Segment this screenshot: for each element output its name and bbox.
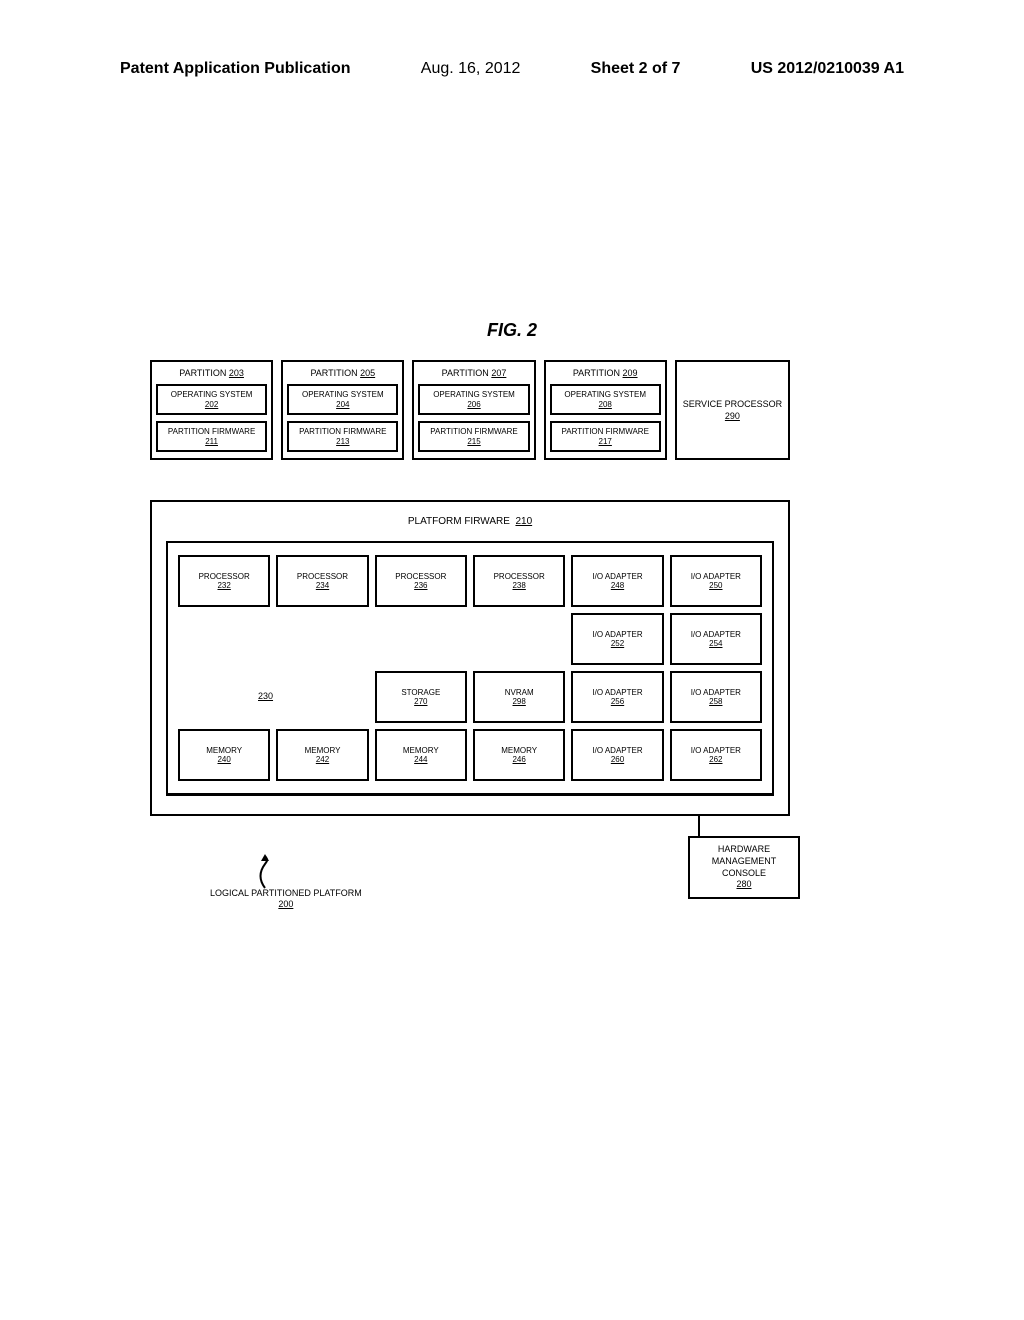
header-left: Patent Application Publication — [120, 60, 351, 78]
partition-203: PARTITION 203 OPERATING SYSTEM 202 PARTI… — [150, 360, 273, 460]
nvram-298: NVRAM298 — [473, 671, 565, 723]
io-adapter-262: I/O ADAPTER262 — [670, 729, 762, 781]
blank-cell — [473, 613, 565, 665]
header-date: Aug. 16, 2012 — [421, 60, 521, 78]
io-adapter-252: I/O ADAPTER252 — [571, 613, 663, 665]
hardware-grid: 230 PROCESSOR232 PROCESSOR234 PROCESSOR2… — [166, 541, 774, 796]
header-docnum: US 2012/0210039 A1 — [751, 60, 904, 78]
partition-207: PARTITION 207 OPERATING SYSTEM 206 PARTI… — [412, 360, 535, 460]
curved-arrow-icon — [258, 854, 272, 890]
hmc-connector-line — [698, 814, 700, 838]
ref-230: 230 — [258, 691, 273, 701]
service-processor-box: SERVICE PROCESSOR 290 — [675, 360, 790, 460]
io-adapter-256: I/O ADAPTER256 — [571, 671, 663, 723]
io-adapter-248: I/O ADAPTER248 — [571, 555, 663, 607]
storage-270: STORAGE270 — [375, 671, 467, 723]
processor-234: PROCESSOR234 — [276, 555, 368, 607]
partition-firmware-box: PARTITION FIRMWARE 215 — [418, 421, 529, 452]
partition-firmware-box: PARTITION FIRMWARE 213 — [287, 421, 398, 452]
blank-cell — [276, 671, 368, 723]
page-header: Patent Application Publication Aug. 16, … — [0, 60, 1024, 78]
operating-system-box: OPERATING SYSTEM 204 — [287, 384, 398, 415]
partition-title: PARTITION 205 — [287, 368, 398, 378]
blank-cell — [276, 613, 368, 665]
io-adapter-258: I/O ADAPTER258 — [670, 671, 762, 723]
hardware-management-console-box: HARDWARE MANAGEMENT CONSOLE 280 — [688, 836, 800, 899]
partition-firmware-box: PARTITION FIRMWARE 217 — [550, 421, 661, 452]
partition-title: PARTITION 203 — [156, 368, 267, 378]
operating-system-box: OPERATING SYSTEM 206 — [418, 384, 529, 415]
io-adapter-250: I/O ADAPTER250 — [670, 555, 762, 607]
platform-firmware-box: PLATFORM FIRWARE 210 230 PROCESSOR232 PR… — [150, 500, 790, 816]
operating-system-box: OPERATING SYSTEM 208 — [550, 384, 661, 415]
header-sheet: Sheet 2 of 7 — [591, 60, 681, 78]
partition-title: PARTITION 207 — [418, 368, 529, 378]
operating-system-box: OPERATING SYSTEM 202 — [156, 384, 267, 415]
logical-partitioned-platform-label: LOGICAL PARTITIONED PLATFORM 200 — [210, 888, 362, 910]
partition-firmware-box: PARTITION FIRMWARE 211 — [156, 421, 267, 452]
processor-236: PROCESSOR236 — [375, 555, 467, 607]
partition-209: PARTITION 209 OPERATING SYSTEM 208 PARTI… — [544, 360, 667, 460]
platform-firmware-title: PLATFORM FIRWARE 210 — [166, 516, 774, 527]
memory-242: MEMORY242 — [276, 729, 368, 781]
memory-240: MEMORY240 — [178, 729, 270, 781]
partition-title: PARTITION 209 — [550, 368, 661, 378]
processor-238: PROCESSOR238 — [473, 555, 565, 607]
processor-232: PROCESSOR232 — [178, 555, 270, 607]
bottom-section: HARDWARE MANAGEMENT CONSOLE 280 LOGICAL … — [150, 816, 790, 926]
page: Patent Application Publication Aug. 16, … — [0, 0, 1024, 1320]
partitions-row: PARTITION 203 OPERATING SYSTEM 202 PARTI… — [150, 360, 790, 460]
blank-cell — [375, 613, 467, 665]
partition-205: PARTITION 205 OPERATING SYSTEM 204 PARTI… — [281, 360, 404, 460]
io-adapter-260: I/O ADAPTER260 — [571, 729, 663, 781]
diagram: PARTITION 203 OPERATING SYSTEM 202 PARTI… — [150, 360, 790, 926]
blank-cell — [178, 613, 270, 665]
figure-title: FIG. 2 — [0, 320, 1024, 341]
blank-cell — [178, 671, 270, 723]
memory-244: MEMORY244 — [375, 729, 467, 781]
io-adapter-254: I/O ADAPTER254 — [670, 613, 762, 665]
memory-246: MEMORY246 — [473, 729, 565, 781]
